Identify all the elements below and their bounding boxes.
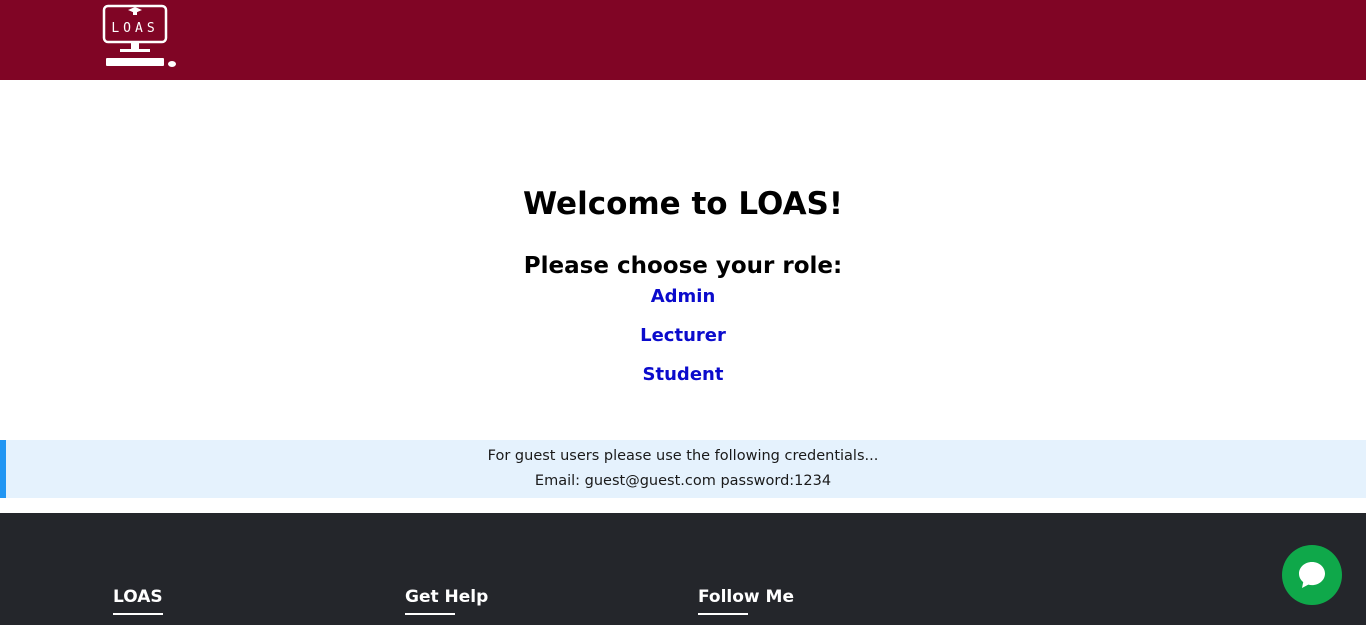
footer-title-follow-me: Follow Me bbox=[698, 587, 795, 607]
footer-title-get-help: Get Help bbox=[405, 587, 489, 607]
top-header: LOAS bbox=[0, 0, 1366, 80]
role-admin-container: Admin bbox=[0, 285, 1366, 309]
notice-text-line1: For guest users please use the following… bbox=[487, 448, 879, 464]
notice-text-line2: Email: guest@guest.com password:1234 bbox=[534, 473, 832, 489]
footer-title-loas: LOAS bbox=[113, 587, 163, 607]
monitor-logo-icon: LOAS bbox=[102, 4, 176, 67]
footer-column-get-help: Get Help bbox=[405, 585, 489, 615]
role-admin-link[interactable]: Admin bbox=[651, 286, 716, 307]
choose-role-heading: Please choose your role: bbox=[523, 253, 843, 279]
footer-title-underline bbox=[405, 613, 455, 615]
svg-text:LOAS: LOAS bbox=[111, 21, 158, 36]
footer-title-underline bbox=[113, 613, 163, 615]
chat-bubble-icon bbox=[1299, 562, 1325, 588]
guest-credentials-notice: For guest users please use the following… bbox=[0, 440, 1366, 498]
loas-logo[interactable]: LOAS bbox=[100, 2, 180, 70]
main-content: Welcome to LOAS! Please choose your role… bbox=[0, 80, 1366, 440]
role-lecturer-container: Lecturer bbox=[0, 324, 1366, 348]
footer-column-follow-me: Follow Me bbox=[698, 585, 795, 615]
role-lecturer-link[interactable]: Lecturer bbox=[640, 325, 726, 346]
chat-button[interactable] bbox=[1282, 545, 1342, 605]
welcome-heading: Welcome to LOAS! bbox=[522, 186, 844, 222]
footer: LOAS Get Help Follow Me bbox=[0, 513, 1366, 625]
role-student-container: Student bbox=[0, 363, 1366, 387]
role-student-link[interactable]: Student bbox=[643, 364, 724, 385]
footer-title-underline bbox=[698, 613, 748, 615]
footer-column-loas: LOAS bbox=[113, 585, 163, 615]
